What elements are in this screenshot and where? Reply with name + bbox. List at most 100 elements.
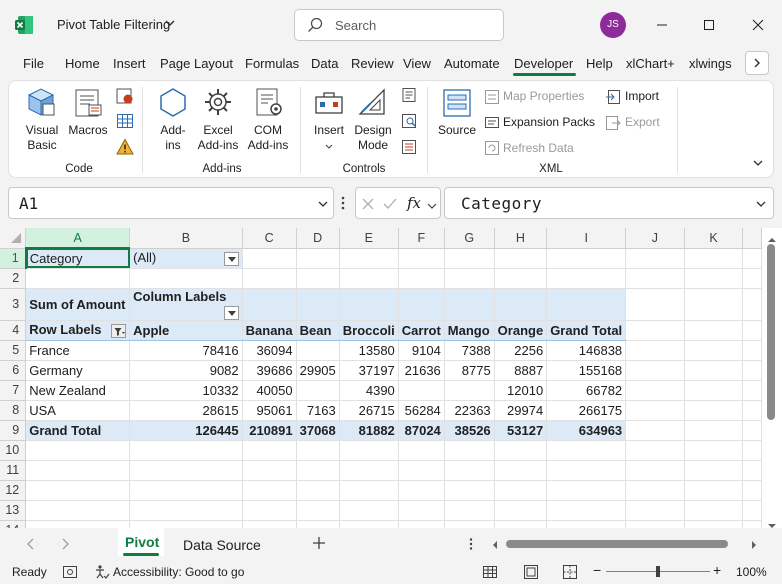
insert-function-icon[interactable]: fx	[407, 194, 421, 212]
column-header[interactable]: I	[546, 228, 627, 249]
cell[interactable]	[684, 480, 744, 501]
select-all-corner[interactable]	[0, 228, 27, 249]
total-cell[interactable]: 155168	[546, 360, 627, 381]
cell[interactable]	[129, 460, 243, 481]
column-header[interactable]: H	[494, 228, 548, 249]
cell[interactable]	[684, 248, 744, 269]
expansion-packs-button[interactable]: Expansion Packs	[503, 115, 595, 129]
cell[interactable]	[625, 268, 685, 289]
macro-security-icon[interactable]	[116, 138, 134, 159]
value-cell[interactable]: 37197	[339, 360, 399, 381]
refresh-data-button[interactable]: Refresh Data	[503, 141, 574, 155]
cell[interactable]	[546, 520, 627, 528]
cell[interactable]	[25, 520, 131, 528]
row-labels-cell[interactable]: Row Labels	[25, 320, 131, 341]
sum-of-amount-label[interactable]: Sum of Amount	[25, 288, 131, 321]
row-header[interactable]: 8	[0, 400, 27, 421]
cell[interactable]	[398, 460, 445, 481]
source-button[interactable]: Source	[435, 123, 479, 138]
column-header[interactable]: K	[684, 228, 744, 249]
enter-icon[interactable]	[382, 196, 398, 215]
chevron-down-icon[interactable]	[164, 16, 176, 30]
cell[interactable]	[494, 268, 548, 289]
value-cell[interactable]: 78416	[129, 340, 243, 361]
tab-page-layout[interactable]: Page Layout	[160, 56, 233, 71]
value-cell[interactable]: 22363	[444, 400, 495, 421]
chevron-right-icon[interactable]	[745, 51, 769, 75]
tab-xlwings[interactable]: xlwings	[689, 56, 732, 71]
macro-record-icon[interactable]	[62, 565, 78, 582]
cell[interactable]	[546, 440, 627, 461]
grand-total-cell[interactable]: 37068	[296, 419, 340, 441]
cell[interactable]	[296, 248, 340, 269]
product-header[interactable]: Banana	[242, 320, 297, 341]
cell[interactable]	[339, 248, 399, 269]
cell[interactable]	[296, 500, 340, 521]
product-header[interactable]: Broccoli	[339, 320, 399, 341]
cell[interactable]	[625, 520, 685, 528]
cell[interactable]	[625, 320, 685, 341]
cell[interactable]	[684, 360, 744, 381]
column-header[interactable]: C	[242, 228, 297, 249]
cell[interactable]	[339, 440, 399, 461]
cell[interactable]	[684, 340, 744, 361]
chevron-right-icon[interactable]	[60, 538, 70, 553]
cell[interactable]	[296, 288, 340, 321]
value-cell[interactable]: 39686	[242, 360, 297, 381]
more-options-icon[interactable]	[468, 537, 474, 554]
cell[interactable]	[625, 360, 685, 381]
cell[interactable]	[339, 288, 399, 321]
value-cell[interactable]: 10332	[129, 380, 243, 401]
row-filter-icon[interactable]	[111, 324, 127, 338]
name-box[interactable]: A1	[8, 187, 334, 219]
tab-developer[interactable]: Developer	[514, 56, 573, 71]
cell[interactable]	[684, 380, 744, 401]
cell[interactable]	[444, 288, 495, 321]
product-header[interactable]: Orange	[494, 320, 548, 341]
avatar[interactable]: JS	[600, 12, 626, 38]
cell[interactable]	[684, 268, 744, 289]
normal-view-icon[interactable]	[482, 564, 498, 583]
cell[interactable]	[625, 340, 685, 361]
map-properties-button[interactable]: Map Properties	[503, 89, 584, 103]
value-cell[interactable]: 9082	[129, 360, 243, 381]
cell[interactable]	[398, 440, 445, 461]
com-addins-button[interactable]: COM Add-ins	[245, 123, 291, 153]
tab-insert[interactable]: Insert	[113, 56, 146, 71]
column-header[interactable]: J	[625, 228, 685, 249]
cell[interactable]	[625, 420, 685, 441]
accessibility-status[interactable]: Accessibility: Good to go	[113, 565, 244, 579]
cell[interactable]	[129, 440, 243, 461]
grand-total-cell[interactable]: 81882	[339, 419, 399, 441]
value-cell[interactable]: 7388	[444, 340, 495, 361]
insert-control-button[interactable]: Insert	[309, 123, 349, 138]
value-cell[interactable]: 21636	[398, 360, 445, 381]
macros-button[interactable]: Macros	[66, 123, 110, 138]
cell[interactable]	[242, 440, 297, 461]
cell[interactable]	[546, 248, 627, 269]
row-header[interactable]: 6	[0, 360, 27, 381]
row-header[interactable]: 4	[0, 320, 27, 341]
cell[interactable]	[625, 400, 685, 421]
cell[interactable]	[129, 520, 243, 528]
grand-total-cell[interactable]: 38526	[444, 419, 495, 441]
cell[interactable]	[242, 480, 297, 501]
cell[interactable]	[546, 500, 627, 521]
cell[interactable]	[296, 268, 340, 289]
design-mode-button[interactable]: Design Mode	[351, 123, 395, 153]
product-header[interactable]: Bean	[296, 320, 340, 341]
grand-total-cell[interactable]: 210891	[242, 419, 297, 441]
cell[interactable]	[242, 460, 297, 481]
visual-basic-button[interactable]: Visual Basic	[23, 123, 61, 153]
export-button[interactable]: Export	[625, 115, 660, 129]
cell[interactable]	[25, 480, 131, 501]
cell[interactable]	[129, 500, 243, 521]
cell[interactable]	[546, 480, 627, 501]
row-label[interactable]: Germany	[25, 360, 131, 381]
cell[interactable]	[242, 520, 297, 528]
value-cell[interactable]	[296, 380, 340, 401]
value-cell[interactable]: 2256	[494, 340, 548, 361]
sheet-tab-pivot[interactable]: Pivot	[118, 528, 164, 556]
cell[interactable]	[546, 460, 627, 481]
row-header[interactable]: 3	[0, 288, 27, 321]
